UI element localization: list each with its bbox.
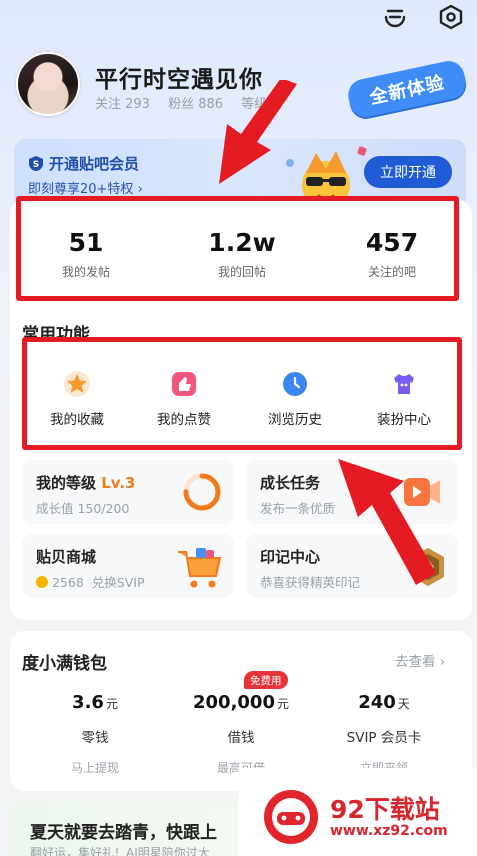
- tile-title: 成长任务: [260, 474, 321, 492]
- wallet-change[interactable]: 3.6 元 零钱 马上提现: [20, 692, 170, 776]
- wallet-value: 240: [358, 692, 396, 713]
- wallet-svip-card[interactable]: 240天 SVIP 会员卡 立即来领: [309, 692, 459, 776]
- tile-subtitle: 发布一条优质: [260, 501, 336, 516]
- wallet-loan[interactable]: 200,000元 借钱 最高可借: [166, 692, 316, 776]
- wallet-title: 度小满钱包: [22, 654, 107, 674]
- wallet-hint: 马上提现: [70, 761, 119, 775]
- wallet-view-link[interactable]: 去查看 ›: [395, 650, 445, 670]
- wallet-name: 零钱: [81, 730, 109, 746]
- level-badge: Lv.3: [101, 474, 136, 492]
- follow-count[interactable]: 关注 293: [95, 97, 150, 112]
- wallet-unit: 元: [105, 697, 118, 711]
- vip-shield-icon: S: [29, 156, 43, 171]
- tile-title: 贴贝商城: [36, 548, 97, 566]
- wallet-value: 3.6: [72, 692, 104, 713]
- settings-icon[interactable]: [436, 2, 466, 32]
- tile-title: 印记中心: [260, 548, 321, 566]
- watermark-url: www.xz92.com: [330, 823, 448, 839]
- shopping-cart-icon: [178, 548, 222, 588]
- chevron-right-icon: ›: [439, 654, 446, 670]
- vip-title-row: S 开通贴吧会员: [28, 153, 139, 174]
- vip-title: 开通贴吧会员: [49, 155, 140, 173]
- free-use-tag: 免费用: [244, 671, 288, 689]
- open-vip-button[interactable]: 立即开通: [364, 156, 452, 188]
- vip-subtitle[interactable]: 即刻尊享20+特权 ›: [28, 178, 143, 197]
- shop-hint: 兑换SVIP: [91, 575, 145, 590]
- tile-coin-shop[interactable]: 贴贝商城 2568 兑换SVIP: [22, 534, 234, 598]
- wallet-unit: 天: [397, 697, 410, 711]
- svg-text:S: S: [33, 160, 39, 170]
- wallet-name: SVIP 会员卡: [346, 730, 422, 746]
- highlight-box-stats: [16, 196, 459, 301]
- avatar[interactable]: [16, 52, 80, 116]
- tile-my-level[interactable]: 我的等级 Lv.3 成长值 150/200: [22, 460, 234, 524]
- coin-icon: [36, 576, 48, 588]
- level-progress-ring: [183, 473, 221, 511]
- watermark-text: 92下载站: [330, 795, 440, 824]
- highlight-box-functions: [22, 337, 462, 450]
- annotation-arrow-up-left: [338, 459, 436, 585]
- tile-title: 我的等级 Lv.3: [36, 474, 136, 492]
- tile-subtitle: 成长值 150/200: [36, 501, 130, 516]
- banner-subtitle: 翻好运，集好礼！AI明星陪你过大: [30, 846, 210, 856]
- watermark-logo: [264, 790, 318, 844]
- wallet-unit: 元: [276, 697, 289, 711]
- wallet-value: 200,000: [193, 692, 275, 713]
- new-experience-badge[interactable]: 全新体验: [345, 58, 469, 120]
- annotation-arrow-down-left: [219, 80, 297, 184]
- menu-icon[interactable]: [380, 2, 410, 32]
- coin-count: 2568: [51, 575, 84, 590]
- wallet-name: 借钱: [227, 730, 255, 746]
- banner-title: 夏天就要去踏青，快跟上: [30, 823, 217, 843]
- tile-subtitle: 2568 兑换SVIP: [36, 572, 145, 591]
